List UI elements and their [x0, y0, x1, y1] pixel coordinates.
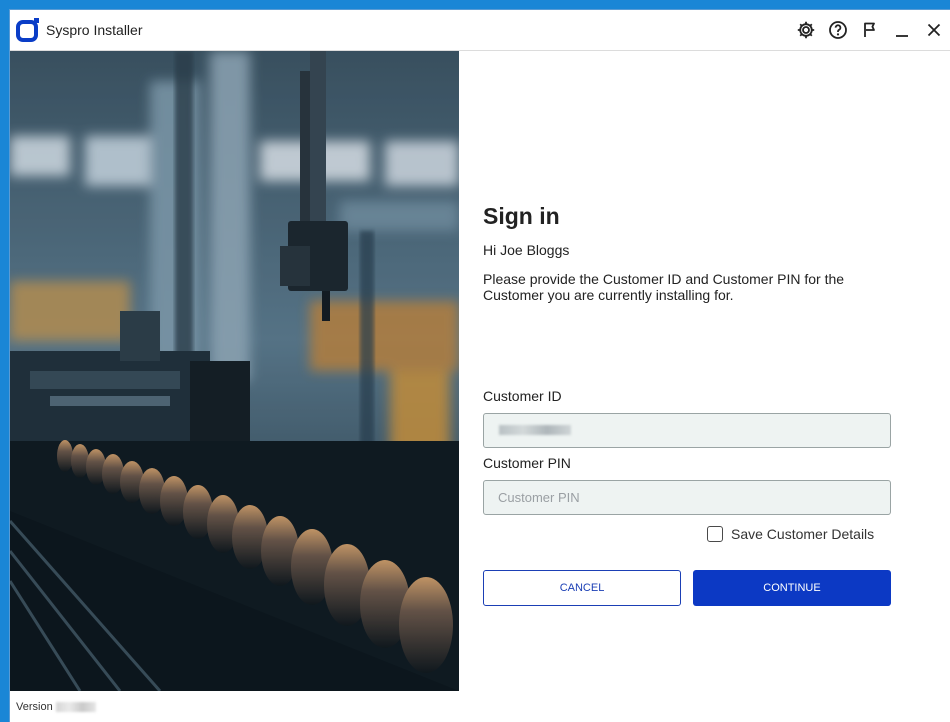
settings-gear-icon[interactable] [790, 14, 822, 46]
save-details-checkbox[interactable] [707, 526, 723, 542]
version-label: Version [16, 700, 53, 713]
title-bar[interactable]: Syspro Installer [10, 10, 950, 51]
window-title: Syspro Installer [46, 22, 143, 38]
version-number-redacted [55, 701, 96, 712]
flag-icon[interactable] [854, 14, 886, 46]
save-details-label[interactable]: Save Customer Details [731, 526, 874, 542]
close-icon[interactable] [918, 14, 950, 46]
factory-conveyor-image [10, 51, 459, 691]
customer-pin-label: Customer PIN [483, 455, 571, 471]
version-footer: Version [10, 691, 459, 722]
installer-window: Syspro Installer Version Sign in Hi Joe … [10, 10, 950, 722]
customer-id-input[interactable] [483, 413, 891, 448]
window-controls [790, 14, 950, 46]
syspro-logo-icon [16, 18, 40, 42]
greeting-text: Hi Joe Bloggs [483, 242, 570, 258]
minimize-icon[interactable] [886, 14, 918, 46]
customer-id-field-wrap [483, 413, 891, 448]
instructions-text: Please provide the Customer ID and Custo… [483, 271, 845, 303]
sign-in-heading: Sign in [483, 203, 560, 229]
continue-button[interactable]: CONTINUE [693, 570, 891, 606]
sign-in-panel: Sign in Hi Joe Bloggs Please provide the… [483, 51, 923, 691]
help-icon[interactable] [822, 14, 854, 46]
cancel-button[interactable]: CANCEL [483, 570, 681, 606]
customer-id-label: Customer ID [483, 388, 562, 404]
save-customer-details-row[interactable]: Save Customer Details [707, 526, 874, 542]
customer-pin-input[interactable] [483, 480, 891, 515]
